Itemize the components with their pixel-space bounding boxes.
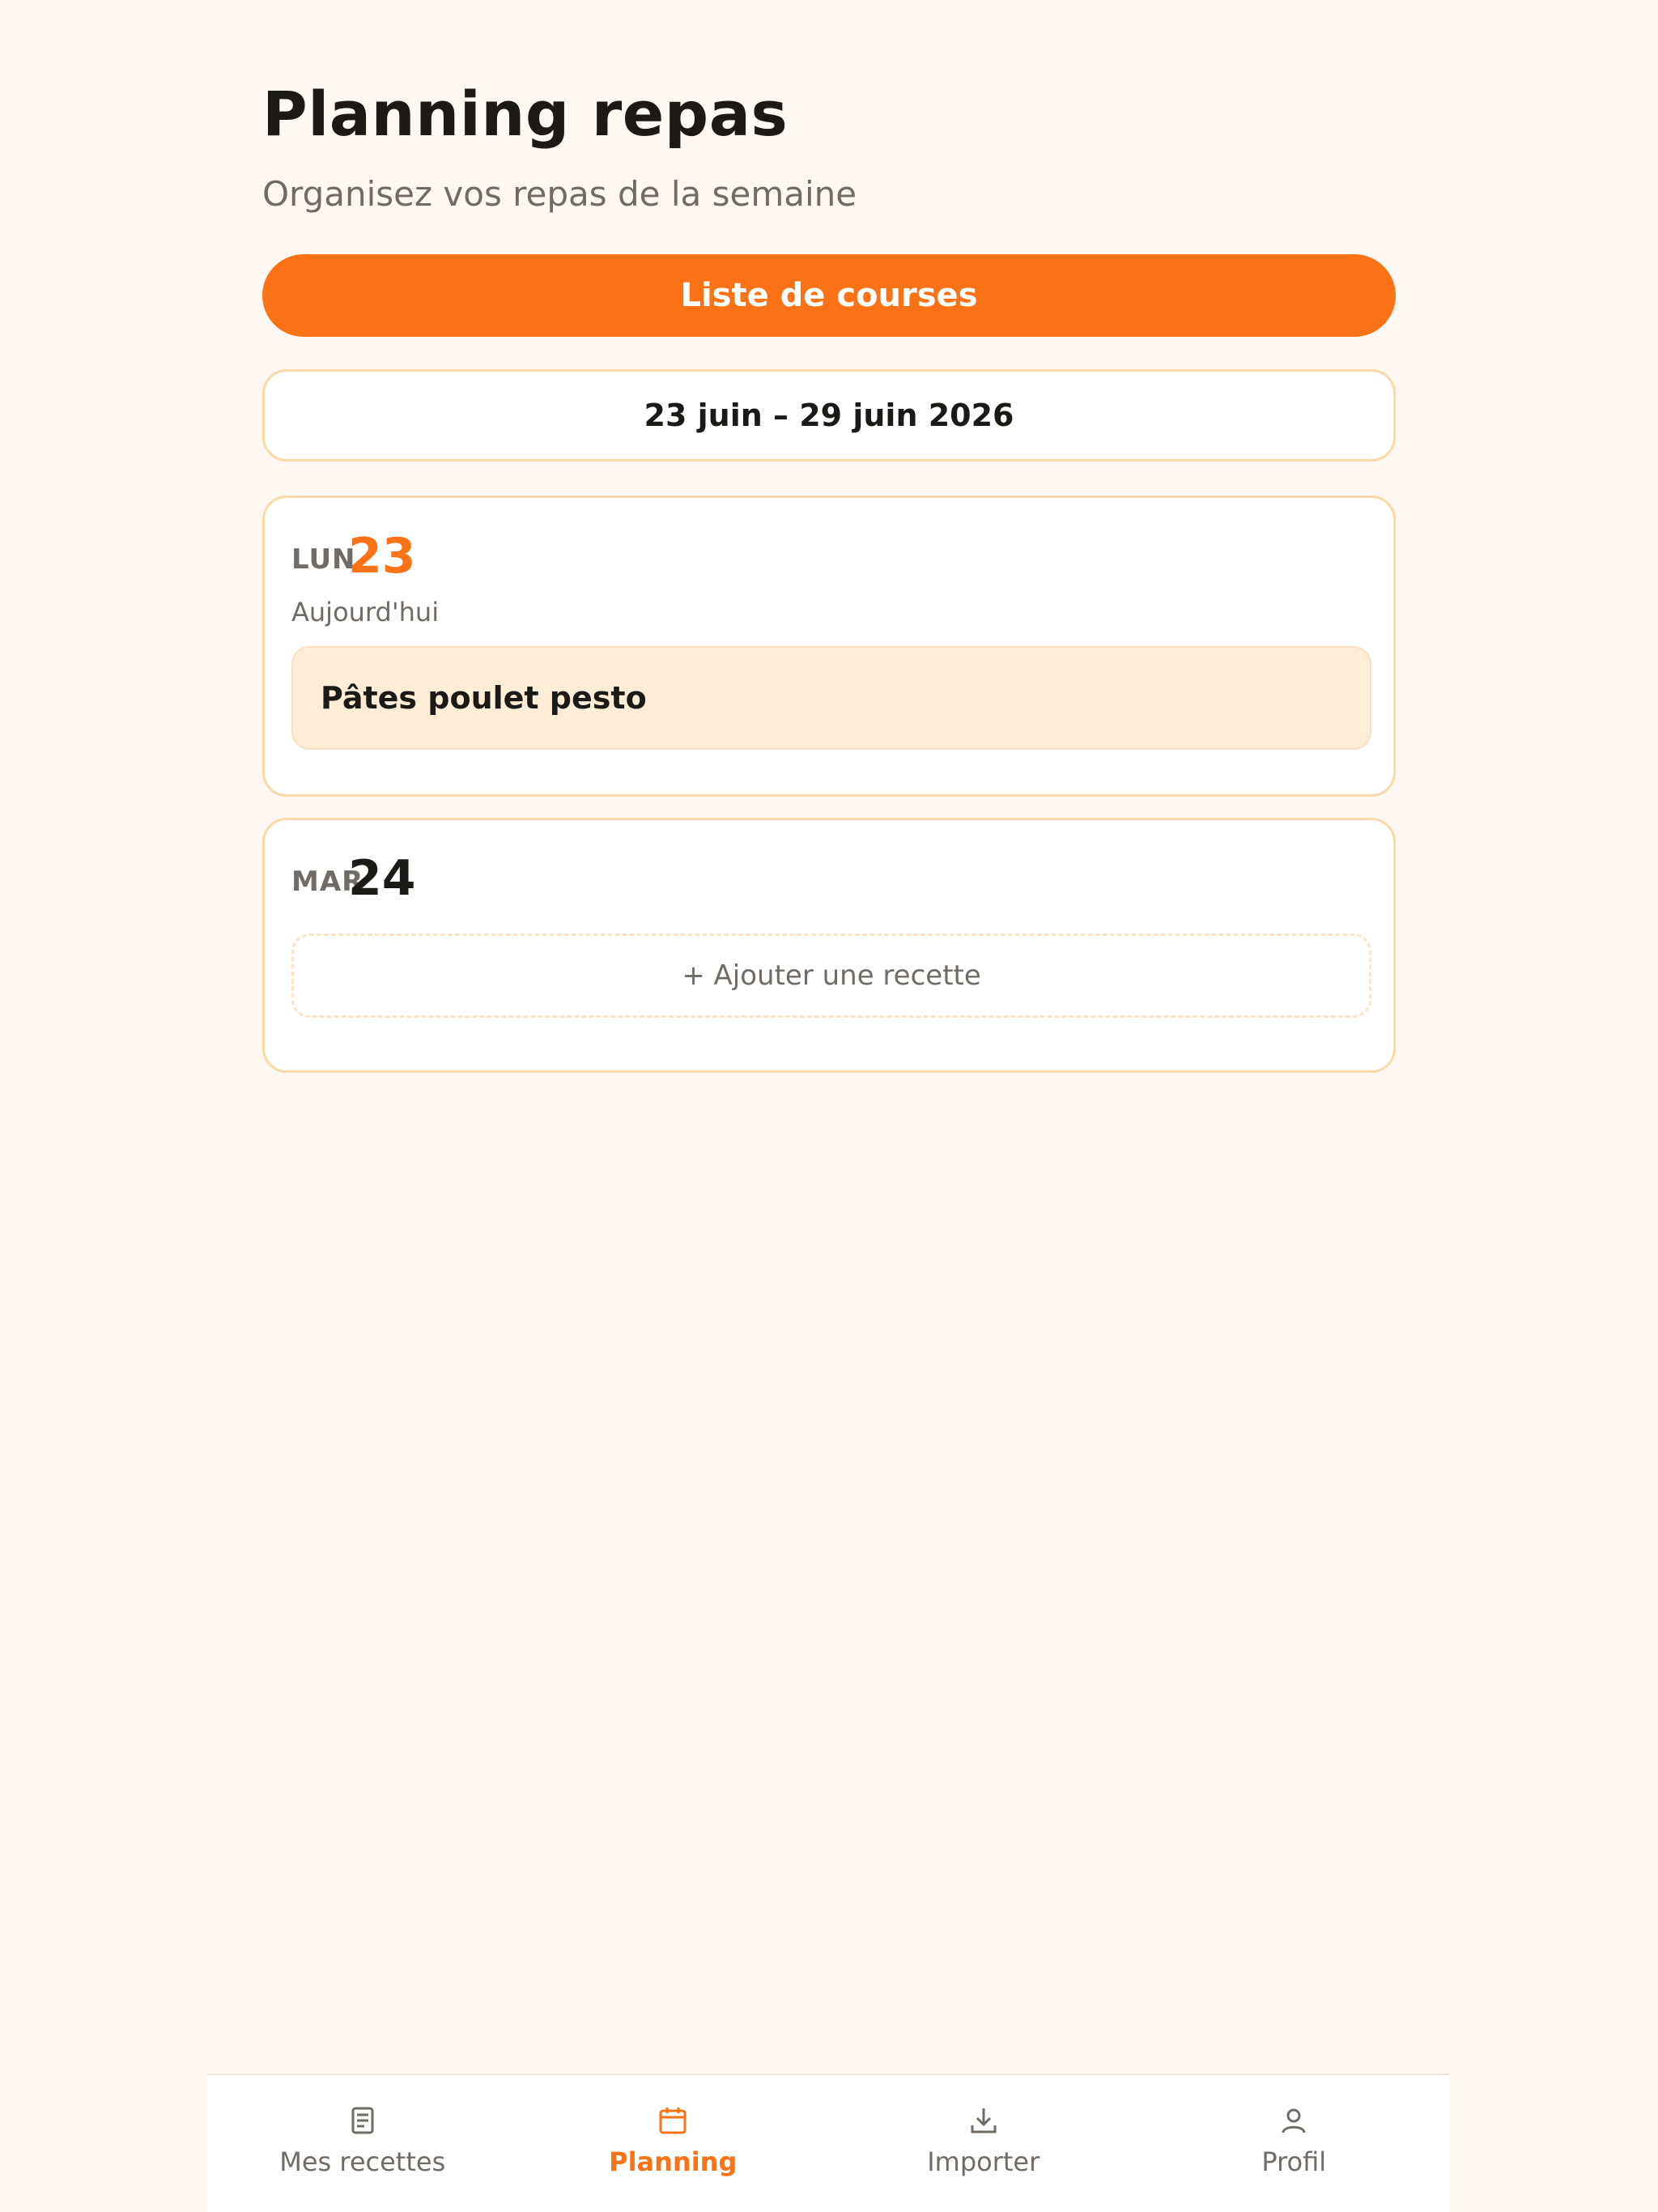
nav-item-profile[interactable]: Profil xyxy=(1139,2075,1450,2212)
nav-item-planning[interactable]: Planning xyxy=(518,2075,829,2212)
profile-icon xyxy=(1278,2104,1310,2137)
today-label: Aujourd'hui xyxy=(291,597,440,627)
recipes-icon xyxy=(346,2104,379,2137)
week-range-label: 23 juin – 29 juin 2026 xyxy=(644,398,1014,433)
shopping-list-button[interactable]: Liste de courses xyxy=(262,254,1396,337)
day-abbreviation: LUN xyxy=(291,543,356,576)
meal-item[interactable]: Pâtes poulet pesto xyxy=(291,646,1371,750)
nav-label: Mes recettes xyxy=(279,2146,446,2177)
nav-label: Profil xyxy=(1261,2146,1327,2177)
meal-item-label: Pâtes poulet pesto xyxy=(321,680,647,716)
day-number: 24 xyxy=(348,850,416,907)
import-icon xyxy=(967,2104,1000,2137)
day-number: 23 xyxy=(348,528,416,585)
add-recipe-button[interactable]: + Ajouter une recette xyxy=(291,934,1371,1018)
nav-item-import[interactable]: Importer xyxy=(828,2075,1139,2212)
day-card-tuesday: MAR 24 + Ajouter une recette xyxy=(262,818,1396,1073)
nav-label: Importer xyxy=(927,2146,1040,2177)
calendar-icon xyxy=(657,2104,689,2137)
bottom-navigation: Mes recettes Planning Importer Profil xyxy=(207,2074,1449,2212)
add-recipe-label: + Ajouter une recette xyxy=(682,959,981,992)
day-card-monday: LUN 23 Aujourd'hui Pâtes poulet pesto xyxy=(262,496,1396,797)
nav-item-recipes[interactable]: Mes recettes xyxy=(207,2075,518,2212)
page-subtitle: Organisez vos repas de la semaine xyxy=(262,174,857,214)
week-range-selector[interactable]: 23 juin – 29 juin 2026 xyxy=(262,369,1396,462)
nav-label: Planning xyxy=(609,2146,738,2177)
page-title: Planning repas xyxy=(262,78,789,150)
